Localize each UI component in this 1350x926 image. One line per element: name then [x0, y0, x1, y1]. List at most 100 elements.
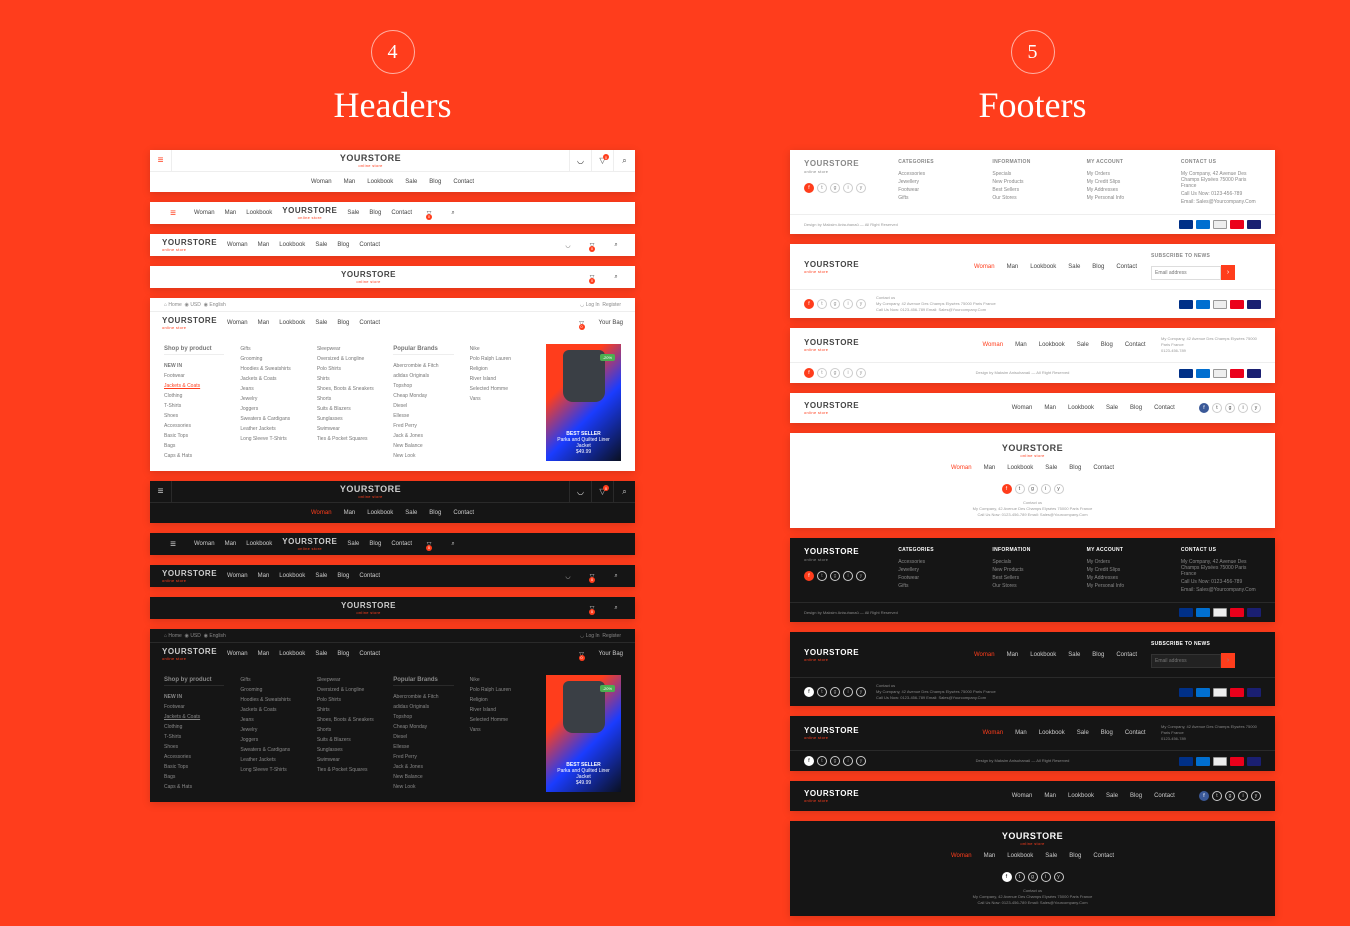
- cart-icon[interactable]: ▽0: [575, 320, 589, 327]
- mega-item[interactable]: Accessories: [164, 421, 224, 431]
- mega-item[interactable]: Footwear: [164, 702, 224, 712]
- mega-item[interactable]: Ties & Pocket Squares: [317, 765, 377, 775]
- mega-item[interactable]: Diesel: [393, 732, 453, 742]
- mega-item[interactable]: Jewelry: [240, 725, 300, 735]
- register-link[interactable]: Register: [602, 302, 621, 308]
- mega-item[interactable]: Shorts: [317, 725, 377, 735]
- footer-link[interactable]: Footwear: [898, 186, 978, 194]
- mega-item[interactable]: Fred Perry: [393, 421, 453, 431]
- mega-item[interactable]: Ellesse: [393, 742, 453, 752]
- mega-item[interactable]: Accessories: [164, 752, 224, 762]
- mega-item[interactable]: Nike: [470, 344, 530, 354]
- footer-link[interactable]: My Orders: [1087, 558, 1167, 566]
- mega-item[interactable]: Topshop: [393, 712, 453, 722]
- mega-item[interactable]: Suits & Blazers: [317, 735, 377, 745]
- subscribe-button[interactable]: ›: [1221, 265, 1235, 280]
- menu-icon[interactable]: ≡: [162, 202, 184, 224]
- mega-item[interactable]: Ellesse: [393, 411, 453, 421]
- logo[interactable]: YOURSTOREonline store: [282, 206, 337, 220]
- mega-item[interactable]: Suits & Blazers: [317, 404, 377, 414]
- footer-link[interactable]: Call Us Now: 0123-456-789: [1181, 578, 1261, 586]
- mega-item[interactable]: Polo Ralph Lauren: [470, 685, 530, 695]
- logo[interactable]: YOURSTOREonline store: [341, 270, 396, 284]
- mega-item[interactable]: Abercrombie & Fitch: [393, 361, 453, 371]
- footer-link[interactable]: Call Us Now: 0123-456-789: [1181, 190, 1261, 198]
- mega-item[interactable]: adidas Originals: [393, 702, 453, 712]
- mega-item[interactable]: Nike: [470, 675, 530, 685]
- mega-item[interactable]: Religion: [470, 695, 530, 705]
- user-icon[interactable]: ◡: [561, 242, 575, 249]
- mega-item[interactable]: Jack & Jones: [393, 431, 453, 441]
- menu-icon[interactable]: ≡: [150, 150, 172, 172]
- footer-link[interactable]: Best Sellers: [992, 186, 1072, 194]
- footer-link[interactable]: My Personal Info: [1087, 194, 1167, 202]
- mega-item[interactable]: Sweaters & Cardigans: [240, 414, 300, 424]
- mega-item[interactable]: New Look: [393, 451, 453, 461]
- mega-item[interactable]: River Island: [470, 374, 530, 384]
- footer-link[interactable]: Gifts: [898, 194, 978, 202]
- mega-item[interactable]: Basic Tops: [164, 762, 224, 772]
- mega-item[interactable]: Sunglasses: [317, 414, 377, 424]
- mega-item[interactable]: Footwear: [164, 371, 224, 381]
- footer-link[interactable]: Our Stores: [992, 582, 1072, 590]
- mega-item[interactable]: Polo Ralph Lauren: [470, 354, 530, 364]
- mega-item[interactable]: New Balance: [393, 441, 453, 451]
- mega-item[interactable]: Diesel: [393, 401, 453, 411]
- mega-item[interactable]: Jackets & Coats: [164, 712, 224, 722]
- mega-promo[interactable]: -20% BEST SELLERParka and Quilted Liner …: [546, 344, 621, 461]
- footer-link[interactable]: Specials: [992, 170, 1072, 178]
- mega-item[interactable]: Long Sleeve T-Shirts: [240, 765, 300, 775]
- mega-item[interactable]: T-Shirts: [164, 401, 224, 411]
- mega-item[interactable]: Bags: [164, 441, 224, 451]
- mega-item[interactable]: Polo Shirts: [317, 364, 377, 374]
- footer-link[interactable]: New Products: [992, 566, 1072, 574]
- mega-item[interactable]: Vans: [470, 725, 530, 735]
- mega-item[interactable]: Sweaters & Cardigans: [240, 745, 300, 755]
- footer-link[interactable]: Email: Sales@Yourcompany.Com: [1181, 198, 1261, 206]
- mega-item[interactable]: Oversized & Longline: [317, 685, 377, 695]
- mega-item[interactable]: Sleepwear: [317, 675, 377, 685]
- mega-item[interactable]: Selected Homme: [470, 384, 530, 394]
- footer-link[interactable]: My Addresses: [1087, 186, 1167, 194]
- mega-item[interactable]: Joggers: [240, 735, 300, 745]
- cart-icon[interactable]: ▽0: [591, 481, 613, 502]
- cart-icon[interactable]: ▽0: [591, 150, 613, 171]
- mega-item[interactable]: Long Sleeve T-Shirts: [240, 434, 300, 444]
- footer-link[interactable]: New Products: [992, 178, 1072, 186]
- mega-item[interactable]: Gifts: [240, 344, 300, 354]
- mega-item[interactable]: Hoodies & Sweatshirts: [240, 695, 300, 705]
- mega-item[interactable]: Religion: [470, 364, 530, 374]
- mega-item[interactable]: Jewelry: [240, 394, 300, 404]
- mega-item[interactable]: Gifts: [240, 675, 300, 685]
- logo[interactable]: YOURSTOREonline store: [162, 316, 217, 330]
- footer-link[interactable]: My Company, 42 Avenue Des Champs Elysées…: [1181, 170, 1261, 190]
- mega-item[interactable]: Bags: [164, 772, 224, 782]
- mega-item[interactable]: Jackets & Coats: [240, 374, 300, 384]
- footer-link[interactable]: Jewellery: [898, 566, 978, 574]
- mega-item[interactable]: Jeans: [240, 715, 300, 725]
- mega-item[interactable]: Shoes, Boots & Sneakers: [317, 384, 377, 394]
- mega-item[interactable]: Clothing: [164, 391, 224, 401]
- mega-item[interactable]: Shorts: [317, 394, 377, 404]
- search-icon[interactable]: ⌕: [613, 150, 635, 171]
- mega-item[interactable]: Ties & Pocket Squares: [317, 434, 377, 444]
- mega-item[interactable]: Polo Shirts: [317, 695, 377, 705]
- mega-item[interactable]: Jackets & Coats: [240, 705, 300, 715]
- footer-link[interactable]: My Credit Slips: [1087, 566, 1167, 574]
- footer-link[interactable]: My Addresses: [1087, 574, 1167, 582]
- mega-item[interactable]: Swimwear: [317, 424, 377, 434]
- mega-item[interactable]: Shoes: [164, 742, 224, 752]
- mega-item[interactable]: Shirts: [317, 374, 377, 384]
- search-icon[interactable]: ⌕: [609, 274, 623, 281]
- mega-item[interactable]: Abercrombie & Fitch: [393, 692, 453, 702]
- mega-item[interactable]: Fred Perry: [393, 752, 453, 762]
- user-icon[interactable]: ◡: [569, 481, 591, 502]
- footer-link[interactable]: My Personal Info: [1087, 582, 1167, 590]
- mega-item[interactable]: Clothing: [164, 722, 224, 732]
- logo[interactable]: YOURSTOREonline store: [162, 238, 217, 252]
- mega-item[interactable]: Vans: [470, 394, 530, 404]
- search-icon[interactable]: ⌕: [446, 210, 460, 217]
- search-icon[interactable]: ⌕: [609, 242, 623, 249]
- login-link[interactable]: ◡ Log In: [580, 302, 600, 308]
- email-field[interactable]: [1151, 266, 1221, 280]
